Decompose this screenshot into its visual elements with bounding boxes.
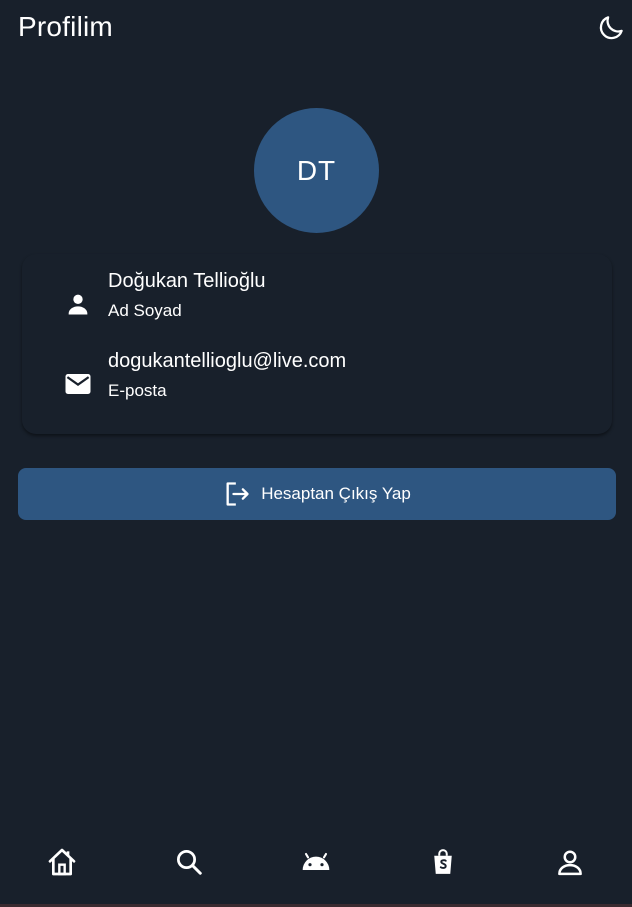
nav-home[interactable]	[46, 824, 78, 900]
profile-info-card: Doğukan Tellioğlu Ad Soyad dogukantellio…	[22, 254, 612, 434]
logout-label: Hesaptan Çıkış Yap	[261, 484, 411, 503]
nav-android[interactable]	[300, 824, 332, 900]
theme-toggle-button[interactable]	[596, 13, 626, 43]
bottom-navigation	[0, 824, 632, 902]
avatar-initials: DT	[296, 154, 337, 186]
avatar: DT	[254, 108, 379, 233]
email-value: dogukantellioglu@live.com	[108, 350, 347, 372]
nav-profile[interactable]	[554, 824, 586, 900]
user-icon	[558, 850, 582, 876]
app-bar: Profilim	[0, 0, 632, 56]
email-row: dogukantellioglu@live.com E-posta	[22, 344, 612, 414]
android-icon	[302, 852, 330, 870]
logout-icon	[223, 480, 251, 508]
shopping-bag-icon	[434, 849, 452, 874]
full-name-label: Ad Soyad	[108, 301, 182, 320]
nav-shop[interactable]	[427, 824, 459, 900]
profile-screen: Profilim DT Doğukan Tellioğlu Ad Soyad d…	[0, 0, 632, 907]
email-label: E-posta	[108, 381, 167, 400]
mail-icon	[62, 368, 94, 400]
person-icon	[62, 288, 94, 320]
name-row: Doğukan Tellioğlu Ad Soyad	[22, 264, 612, 334]
logout-button[interactable]: Hesaptan Çıkış Yap	[18, 468, 616, 520]
search-icon	[177, 850, 202, 875]
moon-icon	[599, 16, 623, 40]
page-title: Profilim	[18, 11, 113, 42]
home-icon	[48, 848, 76, 876]
full-name-value: Doğukan Tellioğlu	[108, 270, 266, 292]
nav-search[interactable]	[173, 824, 205, 900]
